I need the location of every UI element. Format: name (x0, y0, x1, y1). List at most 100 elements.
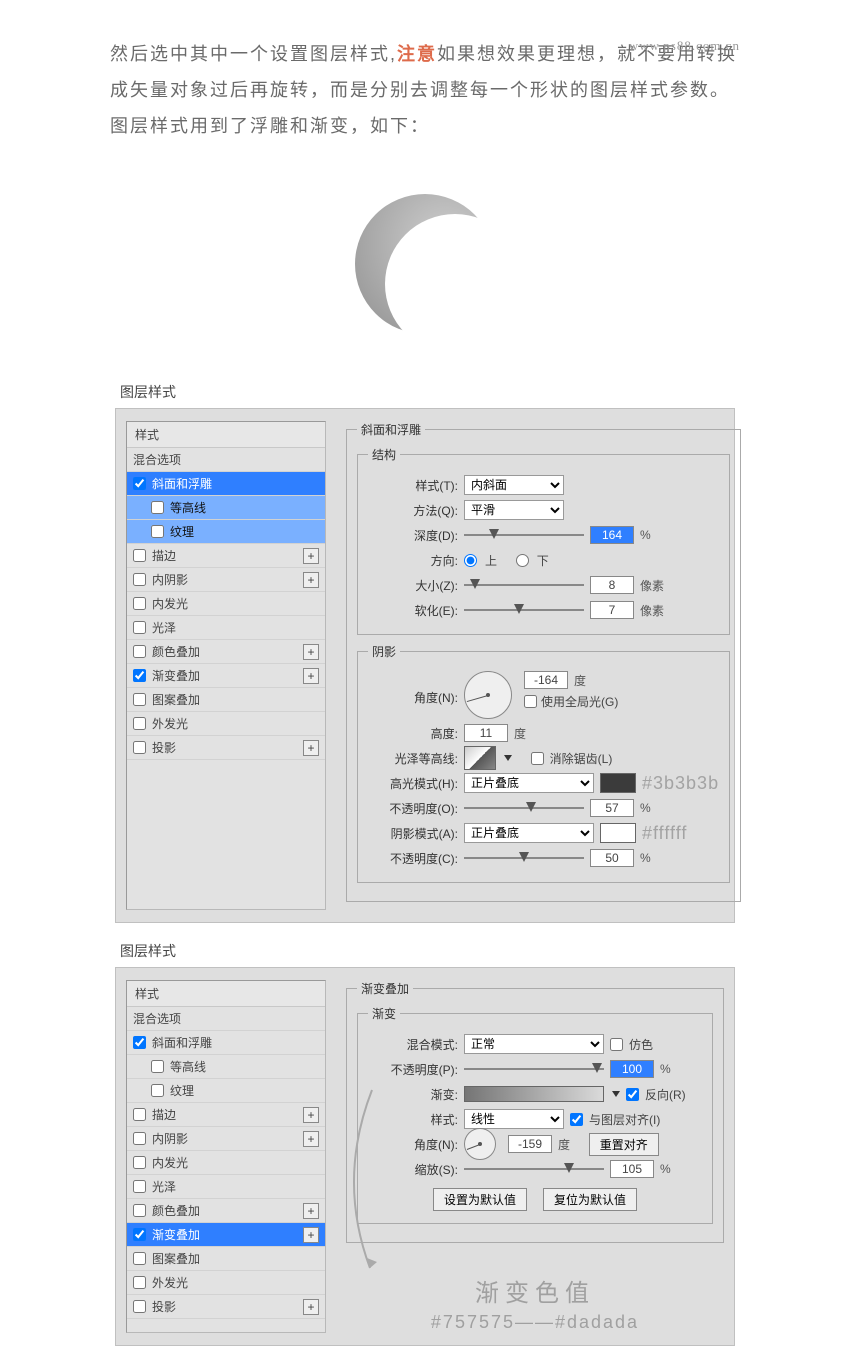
style-select[interactable]: 内斜面 (464, 475, 564, 495)
style-row-pattern-overlay[interactable]: 图案叠加 (127, 688, 325, 712)
style-checkbox-color-overlay[interactable] (133, 1204, 146, 1217)
align-checkbox[interactable] (570, 1113, 583, 1126)
shadow-mode-select[interactable]: 正片叠底 (464, 823, 594, 843)
add-effect-icon[interactable]: + (303, 1131, 319, 1147)
depth-input[interactable]: 164 (590, 526, 634, 544)
style-row-contour[interactable]: 等高线 (127, 496, 325, 520)
add-effect-icon[interactable]: + (303, 1299, 319, 1315)
style-checkbox-outer-glow[interactable] (133, 1276, 146, 1289)
opacity2-slider[interactable] (464, 850, 584, 866)
style-checkbox-gradient-overlay[interactable] (133, 669, 146, 682)
method-select[interactable]: 平滑 (464, 500, 564, 520)
add-effect-icon[interactable]: + (303, 668, 319, 684)
style-checkbox-drop-shadow[interactable] (133, 741, 146, 754)
style-checkbox-gradient-overlay[interactable] (133, 1228, 146, 1241)
highlight-mode-select[interactable]: 正片叠底 (464, 773, 594, 793)
dither-checkbox[interactable] (610, 1038, 623, 1051)
size-slider[interactable] (464, 577, 584, 593)
style-checkbox-contour[interactable] (151, 1060, 164, 1073)
scale-slider[interactable] (464, 1161, 604, 1177)
add-effect-icon[interactable]: + (303, 572, 319, 588)
add-effect-icon[interactable]: + (303, 1107, 319, 1123)
opacity1-input[interactable]: 57 (590, 799, 634, 817)
gradient-picker[interactable] (464, 1086, 604, 1102)
style-row-stroke[interactable]: 描边+ (127, 1103, 325, 1127)
antialias-checkbox[interactable] (531, 752, 544, 765)
style-checkbox-stroke[interactable] (133, 549, 146, 562)
dropdown-icon[interactable] (612, 1091, 620, 1097)
style-row-inner-glow[interactable]: 内发光 (127, 1151, 325, 1175)
style-row-inner-shadow[interactable]: 内阴影+ (127, 1127, 325, 1151)
style-checkbox-texture[interactable] (151, 525, 164, 538)
style-checkbox-outer-glow[interactable] (133, 717, 146, 730)
opacity1-slider[interactable] (464, 800, 584, 816)
style-row-blend-options[interactable]: 混合选项 (127, 448, 325, 472)
scale-input[interactable]: 105 (610, 1160, 654, 1178)
soften-slider[interactable] (464, 602, 584, 618)
style-checkbox-inner-shadow[interactable] (133, 573, 146, 586)
dropdown-icon[interactable] (504, 755, 512, 761)
style-row-color-overlay[interactable]: 颜色叠加+ (127, 1199, 325, 1223)
grad-opacity-slider[interactable] (464, 1061, 604, 1077)
style-row-drop-shadow[interactable]: 投影 + (127, 736, 325, 760)
style-checkbox-contour[interactable] (151, 501, 164, 514)
style-row-drop-shadow[interactable]: 投影+ (127, 1295, 325, 1319)
angle-dial[interactable] (464, 671, 512, 719)
add-effect-icon[interactable]: + (303, 1203, 319, 1219)
style-row-bevel[interactable]: 斜面和浮雕 (127, 472, 325, 496)
altitude-input[interactable]: 11 (464, 724, 508, 742)
style-row-gradient-overlay[interactable]: 渐变叠加 + (127, 664, 325, 688)
style-row-bevel[interactable]: 斜面和浮雕 (127, 1031, 325, 1055)
style-row-outer-glow[interactable]: 外发光 (127, 712, 325, 736)
style-checkbox-stroke[interactable] (133, 1108, 146, 1121)
grad-angle-input[interactable]: -159 (508, 1135, 552, 1153)
style-checkbox-inner-glow[interactable] (133, 597, 146, 610)
direction-up-radio[interactable] (464, 554, 477, 567)
add-effect-icon[interactable]: + (303, 548, 319, 564)
add-effect-icon[interactable]: + (303, 740, 319, 756)
style-checkbox-satin[interactable] (133, 1180, 146, 1193)
size-input[interactable]: 8 (590, 576, 634, 594)
reset-default-button[interactable]: 复位为默认值 (543, 1188, 637, 1211)
depth-slider[interactable] (464, 527, 584, 543)
add-effect-icon[interactable]: + (303, 1227, 319, 1243)
style-row-texture[interactable]: 纹理 (127, 520, 325, 544)
angle-input[interactable]: -164 (524, 671, 568, 689)
style-checkbox-inner-shadow[interactable] (133, 1132, 146, 1145)
style-row-pattern-overlay[interactable]: 图案叠加 (127, 1247, 325, 1271)
style-checkbox-drop-shadow[interactable] (133, 1300, 146, 1313)
grad-opacity-input[interactable]: 100 (610, 1060, 654, 1078)
style-checkbox-texture[interactable] (151, 1084, 164, 1097)
blend-mode-select[interactable]: 正常 (464, 1034, 604, 1054)
style-row-color-overlay[interactable]: 颜色叠加 + (127, 640, 325, 664)
style-checkbox-pattern-overlay[interactable] (133, 693, 146, 706)
style-checkbox-pattern-overlay[interactable] (133, 1252, 146, 1265)
reverse-checkbox[interactable] (626, 1088, 639, 1101)
highlight-color-swatch[interactable] (600, 773, 636, 793)
gloss-contour-picker[interactable] (464, 746, 496, 770)
direction-down-radio[interactable] (516, 554, 529, 567)
style-checkbox-bevel[interactable] (133, 477, 146, 490)
add-effect-icon[interactable]: + (303, 644, 319, 660)
style-row-contour[interactable]: 等高线 (127, 1055, 325, 1079)
opacity2-input[interactable]: 50 (590, 849, 634, 867)
style-row-inner-shadow[interactable]: 内阴影 + (127, 568, 325, 592)
style-checkbox-color-overlay[interactable] (133, 645, 146, 658)
reset-align-button[interactable]: 重置对齐 (589, 1133, 659, 1156)
style-row-satin[interactable]: 光泽 (127, 616, 325, 640)
angle-dial[interactable] (464, 1128, 496, 1160)
style-checkbox-satin[interactable] (133, 621, 146, 634)
soften-input[interactable]: 7 (590, 601, 634, 619)
style-row-gradient-overlay[interactable]: 渐变叠加+ (127, 1223, 325, 1247)
global-light-checkbox[interactable] (524, 695, 537, 708)
style-row-inner-glow[interactable]: 内发光 (127, 592, 325, 616)
set-default-button[interactable]: 设置为默认值 (433, 1188, 527, 1211)
style-row-stroke[interactable]: 描边 + (127, 544, 325, 568)
style-row-satin[interactable]: 光泽 (127, 1175, 325, 1199)
style-checkbox-bevel[interactable] (133, 1036, 146, 1049)
style-row-texture[interactable]: 纹理 (127, 1079, 325, 1103)
shadow-color-swatch[interactable] (600, 823, 636, 843)
grad-style-select[interactable]: 线性 (464, 1109, 564, 1129)
style-checkbox-inner-glow[interactable] (133, 1156, 146, 1169)
style-row-blend-options[interactable]: 混合选项 (127, 1007, 325, 1031)
